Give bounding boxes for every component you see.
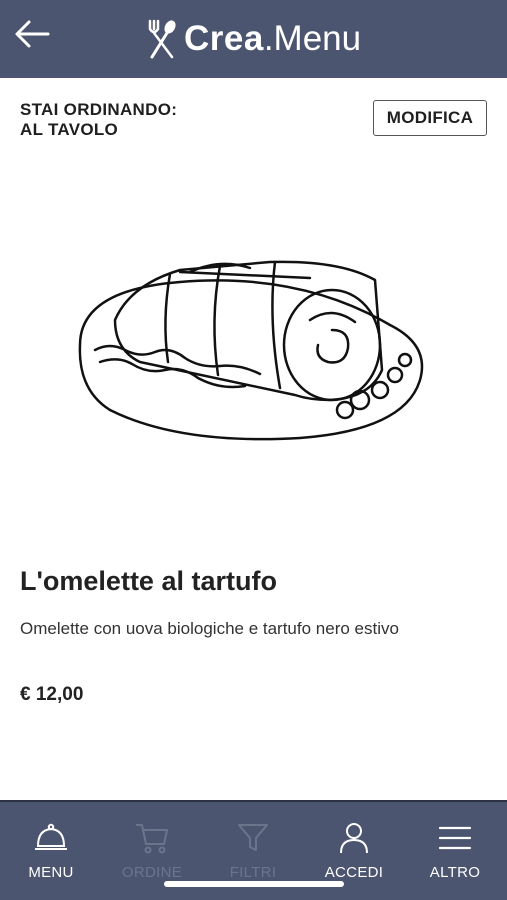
tab-accedi-label: ACCEDI: [324, 864, 384, 881]
dish-title: L'omelette al tartufo: [20, 566, 277, 596]
logo-text-bold: Crea: [184, 19, 264, 58]
home-indicator[interactable]: [164, 881, 344, 887]
tab-filtri[interactable]: FILTRI: [208, 820, 298, 890]
order-mode-title: STAI ORDINANDO:: [20, 100, 178, 119]
user-icon: [340, 823, 368, 854]
fork-spoon-icon: [148, 19, 176, 59]
tab-ordine-label: ORDINE: [121, 864, 183, 881]
tab-menu-label: MENU: [28, 864, 74, 881]
dish-image: [78, 260, 424, 441]
app-logo: Crea .Menu: [146, 14, 361, 64]
cart-icon: [136, 824, 168, 854]
cloche-icon: [35, 823, 67, 850]
tab-accedi[interactable]: ACCEDI: [309, 820, 399, 890]
tab-menu[interactable]: MENU: [6, 820, 96, 890]
tab-ordine[interactable]: ORDINE: [107, 820, 197, 890]
tab-filtri-label: FILTRI: [229, 864, 277, 881]
filter-icon: [238, 824, 268, 851]
hamburger-menu-icon: [438, 826, 472, 850]
order-mode-label: STAI ORDINANDO: AL TAVOLO: [20, 100, 177, 140]
back-button[interactable]: [10, 14, 54, 54]
logo-text-light: .Menu: [263, 19, 362, 58]
app-header: Crea .Menu: [0, 0, 507, 78]
order-mode-value: AL TAVOLO: [20, 120, 119, 139]
arrow-left-icon: [15, 20, 50, 48]
tab-altro-label: ALTRO: [429, 864, 481, 881]
modify-button[interactable]: MODIFICA: [373, 100, 487, 136]
dish-price: € 12,00: [20, 684, 84, 705]
tab-altro[interactable]: ALTRO: [410, 820, 500, 890]
dish-description: Omelette con uova biologiche e tartufo n…: [20, 619, 399, 638]
order-mode-bar: STAI ORDINANDO: AL TAVOLO MODIFICA: [20, 98, 487, 142]
